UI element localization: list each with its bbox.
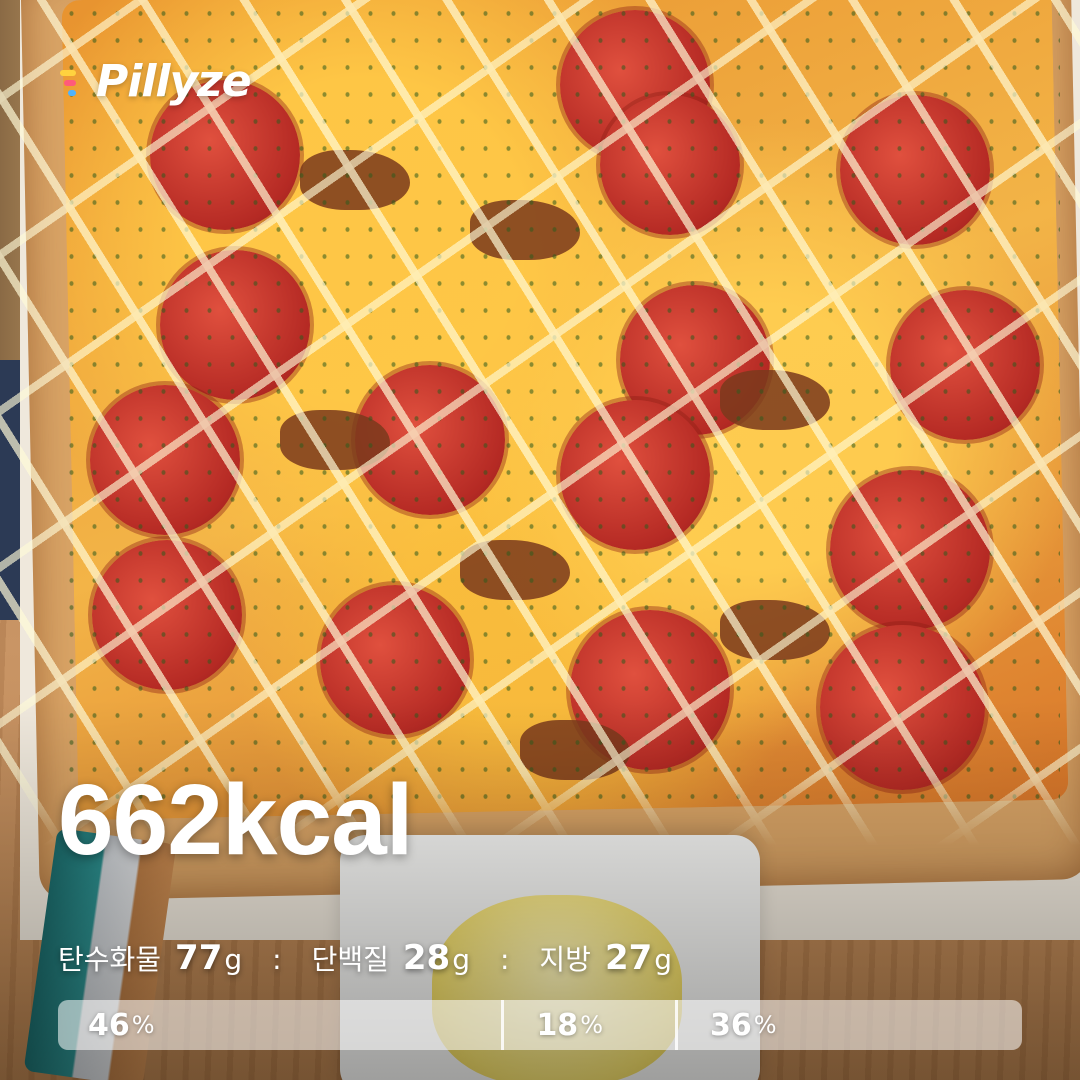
- protein-percent: 18: [536, 1007, 579, 1043]
- protein-percent-unit: %: [580, 1011, 603, 1039]
- fat-label: 지방: [539, 943, 591, 976]
- brand-name: Pillyze: [96, 56, 252, 107]
- protein-value: 28: [402, 938, 451, 978]
- fat-value: 27: [604, 938, 653, 978]
- carbs-ratio-segment: 46%: [58, 1000, 501, 1050]
- fat-percent-unit: %: [753, 1011, 777, 1039]
- fat-percent: 36: [709, 1007, 752, 1043]
- carbs-percent: 46: [88, 1007, 130, 1043]
- macro-separator: :: [499, 943, 510, 976]
- calorie-total: 662 kcal: [58, 770, 413, 870]
- fat-unit: g: [654, 943, 673, 976]
- carbs-value: 77: [175, 938, 223, 978]
- macro-separator: :: [272, 943, 282, 976]
- pillyze-logo-icon: [60, 60, 94, 104]
- carbs-percent-unit: %: [131, 1011, 155, 1039]
- protein-unit: g: [452, 943, 470, 976]
- fat-ratio-segment: 36%: [674, 1000, 1022, 1050]
- macro-breakdown: 탄수화물 77 g : 단백질 28 g : 지방 27 g: [58, 938, 672, 978]
- calorie-value: 662: [58, 764, 223, 876]
- calorie-unit: kcal: [221, 764, 414, 876]
- macro-ratio-bar: 46% 18% 36%: [58, 1000, 1022, 1050]
- food-photo: [0, 0, 1080, 1080]
- brand-logo: Pillyze: [60, 56, 252, 108]
- protein-ratio-segment: 18%: [501, 1000, 675, 1050]
- carbs-unit: g: [224, 943, 243, 976]
- protein-label: 단백질: [311, 943, 389, 976]
- carbs-label: 탄수화물: [58, 943, 162, 976]
